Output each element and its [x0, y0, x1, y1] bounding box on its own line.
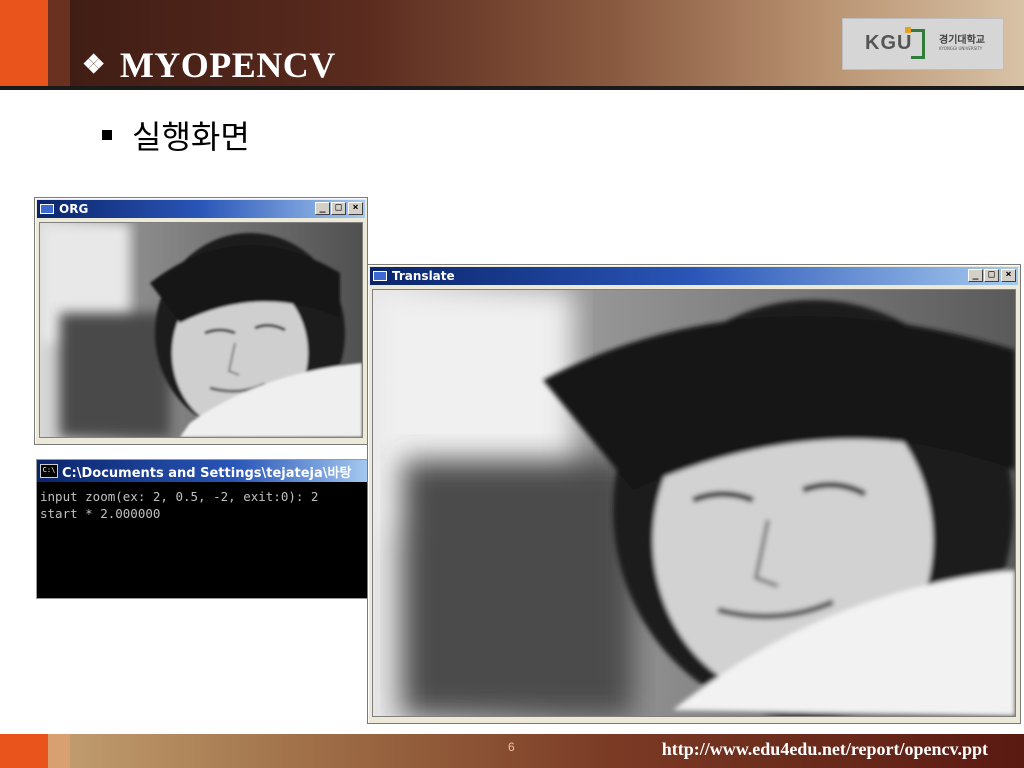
console-icon: C:\: [40, 464, 58, 478]
footer-accent-block: [0, 734, 48, 768]
slide-title: ❖ MYOPENCV: [82, 44, 336, 86]
minimize-button[interactable]: _: [968, 269, 983, 282]
window-icon: [40, 204, 54, 214]
logo-english-name: KYONGGI UNIVERSITY: [939, 46, 983, 51]
org-window[interactable]: ORG _ □ ×: [34, 197, 368, 445]
logo-text: 경기대학교 KYONGGI UNIVERSITY: [939, 36, 985, 52]
kgu-logo-mark: KGU: [861, 27, 931, 61]
org-title-bar[interactable]: ORG _ □ ×: [37, 200, 365, 218]
logo-dot-icon: [905, 27, 911, 33]
translate-title-bar[interactable]: Translate _ □ ×: [370, 267, 1018, 285]
translate-photo: [373, 290, 1015, 716]
org-image-area: [39, 222, 363, 438]
window-icon: [373, 271, 387, 281]
close-button[interactable]: ×: [348, 202, 363, 215]
diamond-bullet-icon: ❖: [82, 50, 106, 79]
translate-window-title: Translate: [392, 269, 455, 283]
university-logo: KGU 경기대학교 KYONGGI UNIVERSITY: [842, 18, 1004, 70]
translate-image-area: [372, 289, 1016, 717]
logo-kgu-text: KGU: [865, 32, 913, 54]
console-window[interactable]: C:\ C:\Documents and Settings\tejateja\바…: [36, 459, 370, 599]
console-line: start * 2.000000: [40, 506, 161, 521]
logo-korean-name: 경기대학교: [939, 35, 985, 46]
translate-window[interactable]: Translate _ □ ×: [367, 264, 1021, 724]
header-accent-block: [0, 0, 48, 88]
org-window-controls: _ □ ×: [315, 202, 363, 215]
console-title-bar[interactable]: C:\ C:\Documents and Settings\tejateja\바…: [37, 460, 369, 482]
close-button[interactable]: ×: [1001, 269, 1016, 282]
square-bullet-icon: [102, 130, 112, 140]
bullet-item: 실행화면: [102, 112, 250, 158]
console-line: input zoom(ex: 2, 0.5, -2, exit:0): 2: [40, 489, 319, 504]
bullet-text: 실행화면: [132, 118, 250, 156]
console-title: C:\Documents and Settings\tejateja\바탕: [62, 465, 352, 481]
slide-footer: 6 http://www.edu4edu.net/report/opencv.p…: [0, 734, 1024, 768]
console-output: input zoom(ex: 2, 0.5, -2, exit:0): 2 sta…: [37, 482, 369, 528]
slide-title-text: MYOPENCV: [119, 45, 336, 85]
logo-bracket-icon: [911, 29, 925, 59]
slide-header: ❖ MYOPENCV KGU 경기대학교 KYONGGI UNIVERSITY: [0, 0, 1024, 88]
footer-url-link[interactable]: http://www.edu4edu.net/report/opencv.ppt: [662, 739, 988, 760]
header-accent-strip: [48, 0, 70, 88]
footer-accent-strip: [48, 734, 70, 768]
page-number: 6: [508, 740, 515, 754]
header-divider: [0, 86, 1024, 90]
maximize-button[interactable]: □: [984, 269, 999, 282]
translate-window-controls: _ □ ×: [968, 269, 1016, 282]
org-window-title: ORG: [59, 202, 89, 216]
maximize-button[interactable]: □: [331, 202, 346, 215]
minimize-button[interactable]: _: [315, 202, 330, 215]
org-photo: [40, 223, 362, 437]
